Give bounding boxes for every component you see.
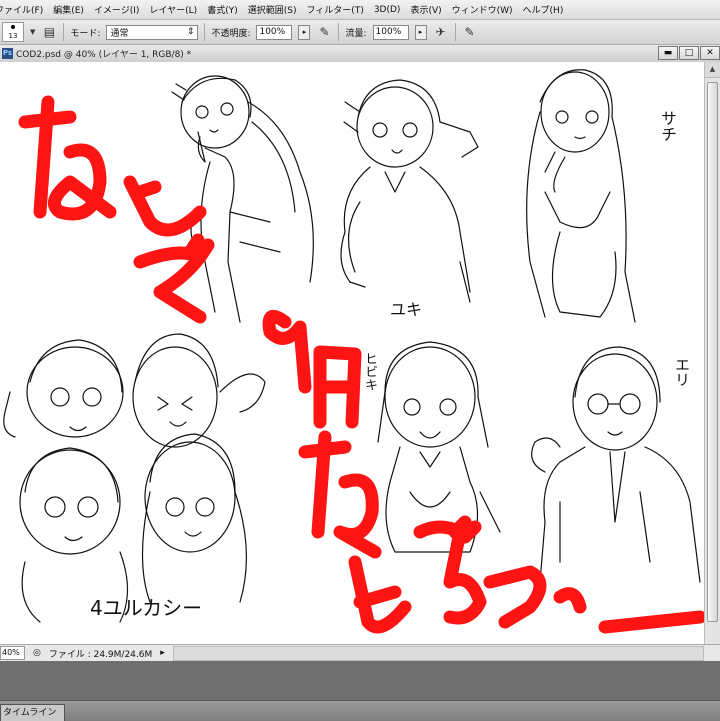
- menu-help[interactable]: ヘルプ(H): [520, 3, 571, 16]
- tab-timeline[interactable]: タイムライン: [0, 704, 66, 721]
- close-icon: ✕: [706, 48, 714, 58]
- status-arrow-icon[interactable]: ▸: [160, 648, 165, 658]
- blend-mode-value: 通常: [110, 28, 129, 39]
- sketch-label-hibiki: ヒビキ: [362, 352, 377, 391]
- opacity-slider-button[interactable]: ▸: [298, 24, 311, 40]
- menu-3d[interactable]: 3D(D): [371, 5, 408, 15]
- minimize-button[interactable]: ▬: [658, 46, 678, 60]
- menu-filter[interactable]: フィルター(T): [303, 3, 370, 16]
- sketch-girl-pointing: [171, 75, 314, 323]
- flow-input[interactable]: 100%: [372, 24, 409, 40]
- pressure-size-icon[interactable]: ✎: [462, 24, 478, 40]
- brush-tip-icon: [11, 25, 15, 29]
- menu-window[interactable]: ウィンドウ(W): [449, 3, 520, 16]
- opacity-label: 不透明度:: [211, 28, 251, 39]
- photoshop-icon: Ps: [2, 48, 13, 59]
- brush-panel-toggle-icon[interactable]: ▤: [41, 24, 57, 40]
- chevron-down-icon: ⇕: [186, 27, 195, 37]
- brush-dropdown-arrow-icon[interactable]: ▼: [30, 28, 35, 36]
- document-title: COD2.psd @ 40% (レイヤー 1, RGB/8) *: [16, 50, 192, 60]
- menu-layer[interactable]: レイヤー(L): [146, 3, 204, 16]
- sketch-label-sachi: サチ: [658, 110, 677, 142]
- pressure-opacity-icon[interactable]: ✎: [316, 24, 332, 40]
- menu-edit[interactable]: 編集(E): [50, 3, 91, 16]
- status-bar: 40% ◎ ファイル : 24.9M/24.6M ▸: [0, 644, 720, 661]
- workspace-background: [0, 661, 720, 700]
- menu-view[interactable]: 表示(V): [407, 3, 448, 16]
- document-tab[interactable]: Ps COD2.psd @ 40% (レイヤー 1, RGB/8) * ▬ □ …: [0, 45, 720, 63]
- separator: [63, 23, 65, 41]
- vertical-scrollbar[interactable]: ▲: [704, 62, 720, 644]
- brush-preset-picker[interactable]: 13: [2, 22, 24, 42]
- sketch-label-quartet: 4ユルカシー: [90, 596, 203, 620]
- restore-icon: □: [684, 48, 694, 58]
- airbrush-icon[interactable]: ✈: [433, 24, 449, 40]
- brush-size-value: 13: [8, 32, 18, 40]
- sketch-girl-yuki: [340, 79, 479, 303]
- menu-file[interactable]: ファイル(F): [0, 3, 50, 16]
- options-bar: 13 ▼ ▤ モード: 通常 ⇕ 不透明度: 100% ▸ ✎ 流量: 100%…: [0, 20, 720, 45]
- menu-select[interactable]: 選択範囲(S): [245, 3, 304, 16]
- mode-label: モード:: [70, 28, 101, 39]
- document-canvas[interactable]: ユキ サチ ヒビキ エリ 4ユルカシー: [0, 62, 704, 644]
- sketch-girl-hibiki: [359, 341, 501, 553]
- window-controls: ▬ □ ✕: [658, 46, 720, 60]
- restore-button[interactable]: □: [679, 46, 699, 60]
- flow-slider-button[interactable]: ▸: [414, 24, 427, 40]
- zoom-input[interactable]: 40%: [0, 646, 25, 660]
- horizontal-scrollbar[interactable]: [172, 645, 704, 661]
- file-size-info[interactable]: ファイル : 24.9M/24.6M: [49, 647, 152, 660]
- status-info-icon[interactable]: ◎: [33, 648, 41, 658]
- sketch-label-yuki: ユキ: [390, 300, 423, 319]
- separator: [204, 23, 206, 41]
- menu-image[interactable]: イメージ(I): [91, 3, 147, 16]
- menu-type[interactable]: 書式(Y): [204, 3, 245, 16]
- menu-bar: ファイル(F) 編集(E) イメージ(I) レイヤー(L) 書式(Y) 選択範囲…: [0, 0, 720, 20]
- sketch-label-eri: エリ: [673, 357, 691, 387]
- sketch-group-quartet: [3, 333, 266, 623]
- blend-mode-select[interactable]: 通常 ⇕: [106, 24, 199, 40]
- scroll-thumb[interactable]: [707, 82, 718, 622]
- scroll-up-icon[interactable]: ▲: [705, 62, 720, 78]
- sketch-artwork: [3, 69, 704, 634]
- close-button[interactable]: ✕: [700, 46, 720, 60]
- separator: [338, 23, 340, 41]
- timeline-panel: タイムライン: [0, 700, 720, 721]
- flow-label: 流量:: [345, 28, 367, 39]
- minimize-icon: ▬: [663, 48, 673, 58]
- opacity-input[interactable]: 100%: [256, 24, 293, 40]
- sketch-girl-sachi: [526, 69, 636, 323]
- separator: [454, 23, 456, 41]
